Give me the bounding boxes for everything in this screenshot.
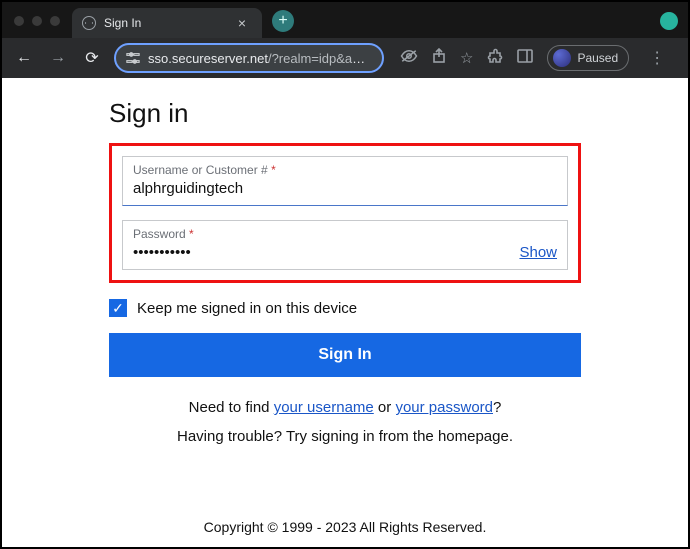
password-label: Password * — [133, 227, 557, 241]
find-hint: Need to find your username or your passw… — [109, 399, 581, 416]
maximize-window-icon[interactable] — [50, 16, 60, 26]
side-panel-icon[interactable] — [517, 49, 533, 67]
browser-tab[interactable]: Sign In × — [72, 8, 262, 38]
username-field[interactable]: Username or Customer # * — [122, 156, 568, 206]
toolbar: ← → ⟳ sso.secureserver.net/?realm=idp&ap… — [2, 38, 688, 78]
reload-button[interactable]: ⟳ — [80, 46, 104, 70]
avatar-icon — [553, 49, 571, 67]
paused-label: Paused — [577, 51, 618, 65]
page-body: Sign in Username or Customer # * Passwor… — [2, 78, 688, 547]
password-field[interactable]: Password * Show — [122, 220, 568, 270]
profile-indicator-icon[interactable] — [660, 12, 678, 30]
window-controls — [14, 16, 60, 26]
site-settings-icon[interactable] — [126, 51, 140, 65]
tab-bar: Sign In × + — [2, 2, 688, 38]
page-title: Sign in — [109, 98, 581, 129]
credentials-highlight: Username or Customer # * Password * Show — [109, 143, 581, 283]
forward-button[interactable]: → — [46, 46, 70, 70]
close-tab-icon[interactable]: × — [232, 15, 252, 31]
browser-chrome: Sign In × + ← → ⟳ sso.secureserver.net/?… — [2, 2, 688, 78]
toolbar-actions: ☆ Paused ⋮ — [400, 45, 665, 71]
close-window-icon[interactable] — [14, 16, 24, 26]
copyright: Copyright © 1999 - 2023 All Rights Reser… — [109, 519, 581, 535]
menu-icon[interactable]: ⋮ — [649, 48, 665, 68]
globe-icon — [82, 16, 96, 30]
username-label: Username or Customer # * — [133, 163, 557, 177]
incognito-eye-icon[interactable] — [400, 49, 418, 67]
trouble-hint: Having trouble? Try signing in from the … — [109, 428, 581, 445]
sign-in-button[interactable]: Sign In — [109, 333, 581, 377]
extensions-icon[interactable] — [487, 48, 503, 68]
password-input[interactable] — [133, 244, 519, 261]
username-input[interactable] — [133, 180, 557, 197]
remember-label: Keep me signed in on this device — [137, 300, 357, 317]
remember-me-row[interactable]: ✓ Keep me signed in on this device — [109, 299, 581, 317]
back-button[interactable]: ← — [12, 46, 36, 70]
remember-checkbox[interactable]: ✓ — [109, 299, 127, 317]
url-text: sso.secureserver.net/?realm=idp&app… — [148, 51, 372, 66]
show-password-link[interactable]: Show — [519, 244, 557, 261]
bookmark-star-icon[interactable]: ☆ — [460, 49, 473, 67]
address-bar[interactable]: sso.secureserver.net/?realm=idp&app… — [114, 43, 384, 73]
find-password-link[interactable]: your password — [395, 399, 493, 416]
tab-title: Sign In — [104, 16, 141, 30]
profile-paused-pill[interactable]: Paused — [547, 45, 629, 71]
share-icon[interactable] — [432, 48, 446, 68]
minimize-window-icon[interactable] — [32, 16, 42, 26]
signin-form: Sign in Username or Customer # * Passwor… — [109, 98, 581, 535]
find-username-link[interactable]: your username — [274, 399, 374, 416]
new-tab-button[interactable]: + — [272, 10, 294, 32]
